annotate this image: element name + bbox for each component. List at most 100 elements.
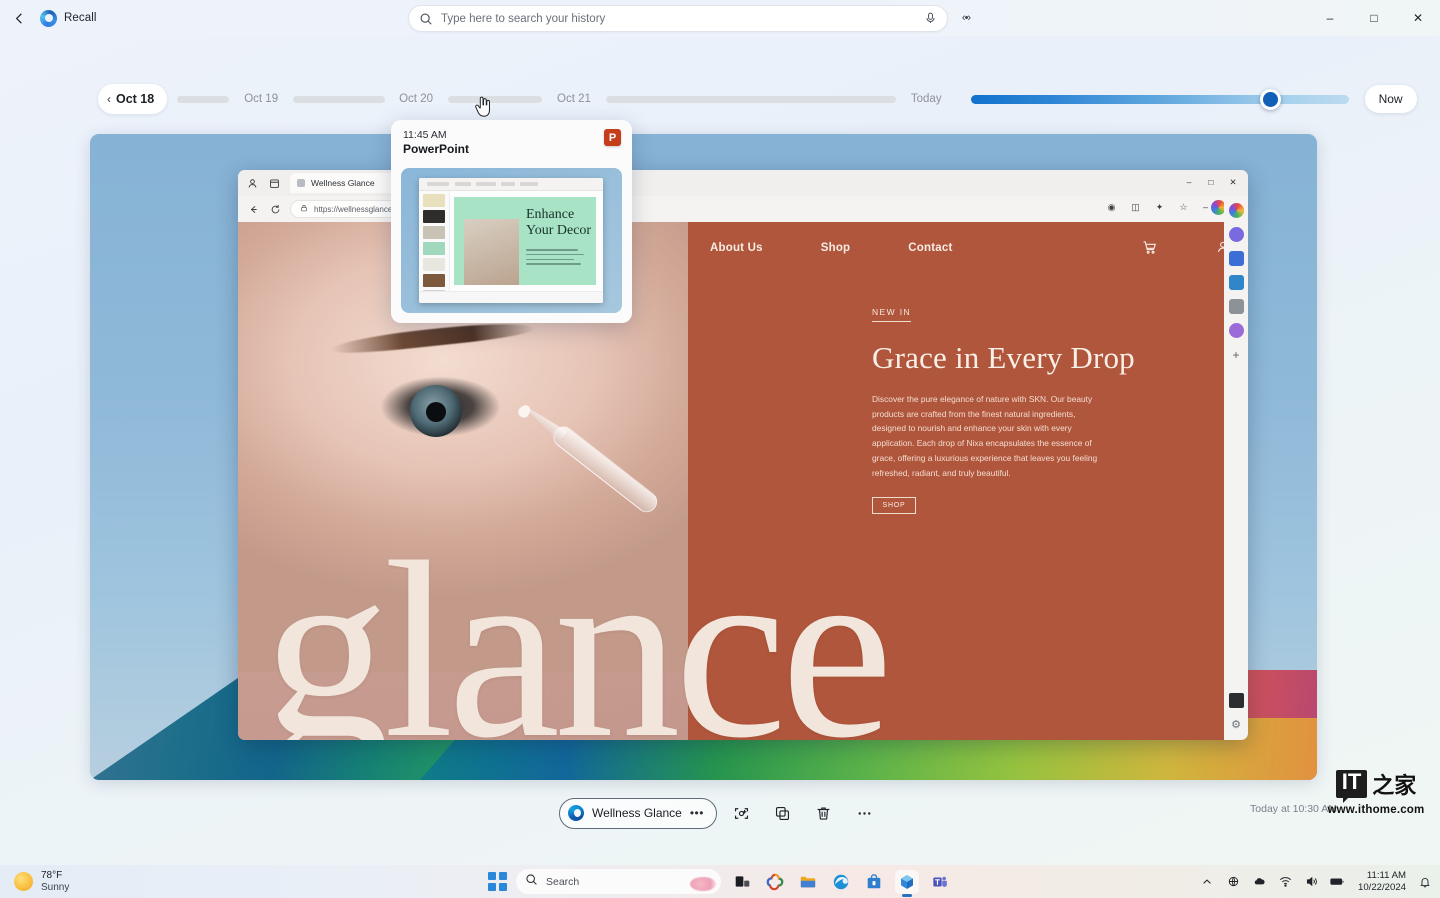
- timeline-day-oct21[interactable]: Oct 21: [557, 93, 591, 105]
- taskbar-weather-widget[interactable]: 78°F Sunny: [14, 870, 69, 893]
- time-slider-handle[interactable]: [1260, 89, 1281, 110]
- shopping-cart-icon[interactable]: [1142, 240, 1158, 256]
- close-button[interactable]: ✕: [1396, 0, 1440, 36]
- edge-sidebar-bottom: ⚙: [1229, 693, 1244, 732]
- hero-copy: NEW IN Grace in Every Drop Discover the …: [872, 302, 1200, 514]
- wifi-icon[interactable]: [1278, 874, 1293, 889]
- recall-snapshot[interactable]: Wellness Glance ✕ – □ ✕: [90, 134, 1317, 780]
- now-button[interactable]: Now: [1365, 85, 1417, 113]
- maximize-button[interactable]: □: [1352, 0, 1396, 36]
- hero-wordmark: glance: [263, 530, 887, 740]
- app-chip-menu-icon[interactable]: •••: [690, 806, 704, 820]
- browser-window-controls: – □ ✕: [1178, 172, 1244, 192]
- more-horizontal-icon[interactable]: ‹•›: [957, 10, 975, 26]
- hero-headline: Grace in Every Drop: [872, 342, 1200, 375]
- browser-close-button[interactable]: ✕: [1222, 172, 1244, 192]
- chevron-left-icon[interactable]: ‹: [107, 93, 111, 105]
- copy-button[interactable]: [767, 797, 799, 829]
- browser-tab-title: Wellness Glance: [311, 178, 375, 188]
- click-to-do-button[interactable]: [726, 797, 758, 829]
- timeline-preview-card[interactable]: 11:45 AM PowerPoint P Enhanc: [391, 120, 632, 323]
- taskbar-clock[interactable]: 11:11 AM 10/22/2024: [1358, 870, 1406, 893]
- tab-favicon-icon: [297, 179, 305, 187]
- settings-gear-icon[interactable]: ⚙: [1229, 717, 1244, 732]
- browser-minimize-button[interactable]: –: [1178, 172, 1200, 192]
- tab-actions-icon[interactable]: [268, 177, 281, 190]
- lock-icon: [300, 204, 308, 214]
- nav-link-shop[interactable]: Shop: [821, 242, 851, 254]
- copilot-icon[interactable]: [1229, 203, 1244, 218]
- favorites-icon[interactable]: ☆: [1177, 201, 1190, 214]
- search-icon: [419, 12, 433, 26]
- clock-time: 11:11 AM: [1358, 870, 1406, 882]
- volume-icon[interactable]: [1304, 874, 1319, 889]
- timeline-day-today[interactable]: Today: [911, 93, 942, 105]
- edge-browser-window[interactable]: Wellness Glance ✕ – □ ✕: [238, 170, 1248, 740]
- browser-maximize-button[interactable]: □: [1200, 172, 1222, 192]
- slide-title-line1: Enhance: [526, 207, 574, 222]
- bell-icon[interactable]: [1417, 874, 1432, 889]
- timeline-day-oct19[interactable]: Oct 19: [244, 93, 278, 105]
- nav-link-about-us[interactable]: About Us: [710, 242, 763, 254]
- microsoft-store-icon[interactable]: [862, 870, 886, 894]
- edge-drop-icon[interactable]: [1229, 227, 1244, 242]
- powerpoint-ribbon: [419, 178, 603, 191]
- browser-shrink-icon[interactable]: –: [1203, 202, 1208, 212]
- app-header: Recall ‹•› – □ ✕: [0, 0, 1440, 36]
- minimize-button[interactable]: –: [1308, 0, 1352, 36]
- copilot-icon[interactable]: ◉: [1105, 201, 1118, 214]
- onedrive-sync-icon[interactable]: [1226, 874, 1241, 889]
- file-explorer-icon[interactable]: [796, 870, 820, 894]
- slide-body-col1: [526, 249, 591, 268]
- split-screen-icon[interactable]: [1229, 693, 1244, 708]
- slide-canvas: Enhance Your Decor: [454, 197, 596, 285]
- delete-button[interactable]: [808, 797, 840, 829]
- timeline-segment[interactable]: [177, 96, 229, 103]
- microphone-icon[interactable]: [924, 11, 937, 26]
- search-icon: [525, 873, 538, 891]
- sun-icon: [14, 872, 33, 891]
- search-bar[interactable]: [408, 5, 948, 32]
- back-arrow-icon[interactable]: [246, 202, 260, 216]
- edge-browser-icon[interactable]: [829, 870, 853, 894]
- taskview-icon[interactable]: [730, 870, 754, 894]
- nav-link-contact[interactable]: Contact: [908, 242, 952, 254]
- snapshot-app-chip[interactable]: Wellness Glance •••: [559, 798, 717, 829]
- tools-icon[interactable]: [1229, 299, 1244, 314]
- timeline-segment[interactable]: [448, 96, 542, 103]
- hero-body-text: Discover the pure elegance of nature wit…: [872, 392, 1100, 482]
- profile-avatar-icon[interactable]: [246, 177, 259, 190]
- browser-tab-strip: Wellness Glance ✕ – □ ✕: [238, 170, 1248, 196]
- recall-icon[interactable]: [895, 870, 919, 894]
- preview-thumbnail[interactable]: Enhance Your Decor: [401, 168, 622, 313]
- copilot-icon[interactable]: [763, 870, 787, 894]
- cloud-icon[interactable]: [1252, 874, 1267, 889]
- more-options-button[interactable]: [849, 797, 881, 829]
- clock-date: 10/22/2024: [1358, 882, 1406, 894]
- battery-icon[interactable]: [1330, 874, 1345, 889]
- split-screen-icon[interactable]: ◫: [1129, 201, 1142, 214]
- edge-browser-icon: [568, 805, 584, 821]
- chevron-up-icon[interactable]: [1200, 874, 1215, 889]
- shopping-icon[interactable]: [1229, 275, 1244, 290]
- settings-gear-icon[interactable]: [1229, 251, 1244, 266]
- timeline-segment[interactable]: [606, 96, 896, 103]
- games-icon[interactable]: [1229, 323, 1244, 338]
- back-arrow-icon[interactable]: [6, 5, 32, 31]
- powerpoint-icon: P: [604, 129, 621, 146]
- timeline-scrubber[interactable]: ‹ Oct 18 Oct 19 Oct 20 Oct 21 Today Now: [0, 80, 1440, 118]
- search-input[interactable]: [441, 13, 918, 25]
- taskbar-search[interactable]: Search: [516, 869, 721, 894]
- collections-icon[interactable]: ✦: [1153, 201, 1166, 214]
- time-slider[interactable]: [971, 95, 1349, 104]
- windows-start-icon[interactable]: [488, 872, 507, 891]
- timeline-segment[interactable]: [293, 96, 385, 103]
- timeline-day-oct20[interactable]: Oct 20: [399, 93, 433, 105]
- add-icon[interactable]: +: [1229, 347, 1244, 362]
- hero-eyebrow: NEW IN: [872, 307, 911, 322]
- timeline-current-day[interactable]: ‹ Oct 18: [98, 84, 167, 114]
- teams-icon[interactable]: [928, 870, 952, 894]
- refresh-icon[interactable]: [268, 202, 282, 216]
- watermark-brand-latin: IT: [1336, 770, 1368, 798]
- snapshot-action-bar: Wellness Glance •••: [0, 795, 1440, 831]
